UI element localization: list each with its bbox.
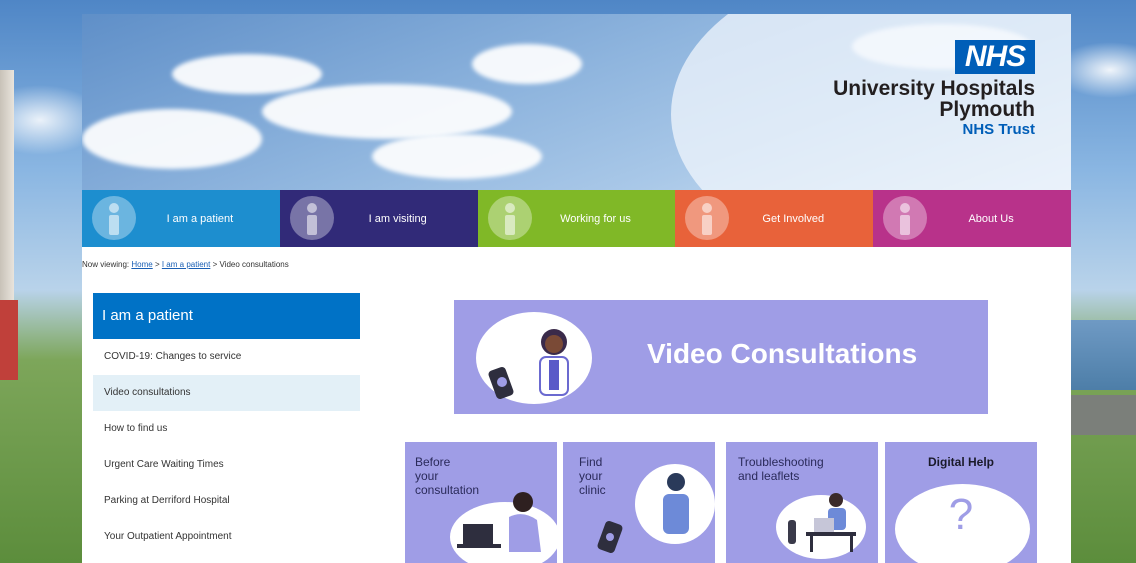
- header-cloud: [172, 54, 322, 94]
- sidebar-item-video-consultations[interactable]: Video consultations: [93, 375, 360, 411]
- nav-label: Working for us: [560, 212, 631, 225]
- info-icon: [487, 196, 532, 240]
- tile-troubleshooting[interactable]: Troubleshooting and leaflets: [726, 442, 878, 563]
- nav-label: Get Involved: [762, 212, 825, 225]
- header-cloud: [372, 134, 542, 179]
- nav-item-working[interactable]: Working for us: [477, 190, 676, 247]
- info-icon: [685, 196, 730, 240]
- org-name-line2: Plymouth: [939, 98, 1035, 121]
- tile-label: Digital Help: [927, 455, 994, 469]
- info-icon: [92, 196, 136, 240]
- tile-find-clinic[interactable]: Find your clinic: [563, 442, 715, 563]
- header-cloud: [472, 44, 582, 84]
- nav-label: About Us: [968, 212, 1014, 225]
- desk-person-illustration: [776, 493, 866, 559]
- sidebar-item-parking[interactable]: Parking at Derriford Hospital: [93, 483, 360, 519]
- question-icon: ?: [948, 490, 974, 539]
- clinic-doctor-illustration: [597, 464, 715, 554]
- org-name-line1: University Hospitals: [833, 77, 1035, 100]
- breadcrumb: Now viewing: Home > I am a patient > Vid…: [82, 260, 289, 269]
- breadcrumb-prefix: Now viewing:: [82, 260, 130, 269]
- tile-digital-help[interactable]: Digital Help ?: [885, 442, 1037, 563]
- banner-title: Video Consultations: [647, 338, 918, 369]
- org-name: University Hospitals Plymouth: [833, 78, 1035, 120]
- info-icon: [289, 196, 334, 240]
- sidebar-item-urgent-care[interactable]: Urgent Care Waiting Times: [93, 447, 360, 483]
- breadcrumb-separator: >: [154, 260, 160, 269]
- nhs-logo[interactable]: NHS: [955, 40, 1035, 74]
- page-container: NHS University Hospitals Plymouth NHS Tr…: [82, 14, 1071, 563]
- tile-before-consultation[interactable]: Before your consultation: [405, 442, 557, 563]
- nav-item-patient[interactable]: I am a patient: [82, 190, 280, 247]
- nav-label: I am visiting: [368, 212, 427, 225]
- sidebar-title[interactable]: I am a patient: [93, 293, 360, 339]
- video-consultations-banner: Video Consultations: [454, 300, 988, 414]
- background-wall: [1070, 395, 1136, 435]
- info-icon: [883, 196, 928, 240]
- breadcrumb-separator: >: [212, 260, 218, 269]
- site-header: NHS University Hospitals Plymouth NHS Tr…: [82, 14, 1071, 190]
- header-cloud: [262, 84, 512, 139]
- nav-item-visiting[interactable]: I am visiting: [279, 190, 478, 247]
- breadcrumb-home-link[interactable]: Home: [131, 260, 152, 269]
- background-sea: [1070, 320, 1136, 390]
- sidebar-item-outpatient[interactable]: Your Outpatient Appointment: [93, 519, 360, 555]
- doctor-illustration: [476, 312, 592, 404]
- laptop-person-illustration: [450, 492, 557, 563]
- nav-label: I am a patient: [166, 212, 234, 225]
- nav-item-about-us[interactable]: About Us: [873, 190, 1071, 247]
- sidebar: I am a patient COVID-19: Changes to serv…: [93, 293, 360, 555]
- header-cloud: [82, 109, 262, 169]
- sidebar-item-covid[interactable]: COVID-19: Changes to service: [93, 339, 360, 375]
- background-lighthouse-stripe: [0, 300, 18, 380]
- main-nav: I am a patient I am visiting Working for…: [82, 190, 1071, 247]
- breadcrumb-current: Video consultations: [219, 260, 289, 269]
- sidebar-item-find-us[interactable]: How to find us: [93, 411, 360, 447]
- org-trust: NHS Trust: [962, 121, 1035, 138]
- breadcrumb-patient-link[interactable]: I am a patient: [162, 260, 210, 269]
- nav-item-get-involved[interactable]: Get Involved: [675, 190, 874, 247]
